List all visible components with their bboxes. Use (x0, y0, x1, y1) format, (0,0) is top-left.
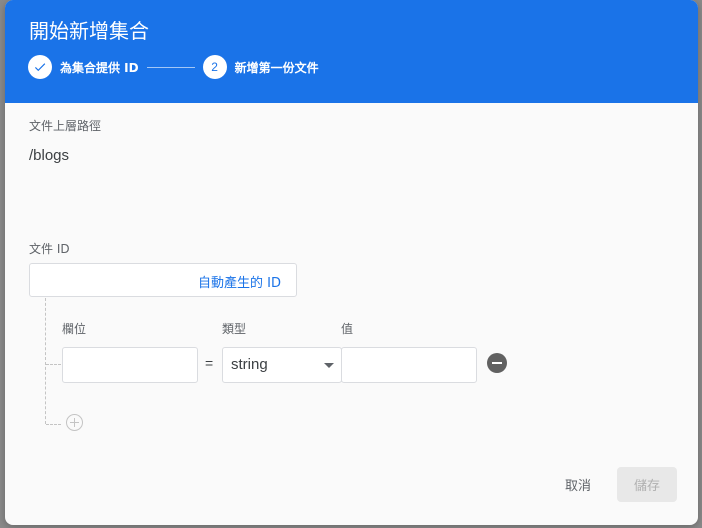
remove-field-icon[interactable] (487, 353, 507, 373)
field-type-value: string (231, 356, 268, 373)
document-id-label: 文件 ID (29, 242, 70, 256)
step-2-label: 新增第一份文件 (234, 60, 319, 75)
document-id-input[interactable]: 自動產生的 ID (29, 263, 297, 297)
step-2-indicator: 2 (202, 55, 227, 79)
value-column-label: 值 (341, 322, 354, 336)
step-1-label: 為集合提供 ID (60, 60, 139, 75)
stepper: 為集合提供 ID 2 新增第一份文件 (28, 55, 319, 79)
parent-path-value: /blogs (29, 147, 70, 164)
field-column-label: 欄位 (62, 322, 87, 336)
step-1-indicator (28, 55, 52, 79)
dialog-title: 開始新增集合 (29, 19, 149, 43)
field-name-input[interactable] (62, 347, 198, 383)
parent-path-label: 文件上層路徑 (29, 119, 102, 133)
type-column-label: 類型 (222, 322, 247, 336)
cancel-button[interactable]: 取消 (549, 467, 607, 501)
field-tree-line (45, 298, 46, 424)
add-collection-dialog: 開始新增集合 為集合提供 ID 2 新增第一份文件 文件上層路徑 /blogs … (5, 0, 698, 525)
check-icon (34, 63, 46, 72)
equals-sign: = (205, 355, 214, 371)
field-value-input[interactable] (341, 347, 477, 383)
step-connector (146, 66, 195, 68)
field-tree-branch (46, 424, 61, 425)
field-type-select[interactable]: string (222, 347, 342, 383)
dialog-header: 開始新增集合 為集合提供 ID 2 新增第一份文件 (5, 0, 698, 103)
chevron-down-icon (324, 363, 334, 368)
save-button[interactable]: 儲存 (617, 467, 677, 502)
add-field-icon[interactable] (66, 414, 83, 431)
field-tree-branch (46, 364, 61, 365)
auto-id-button[interactable]: 自動產生的 ID (198, 272, 281, 291)
